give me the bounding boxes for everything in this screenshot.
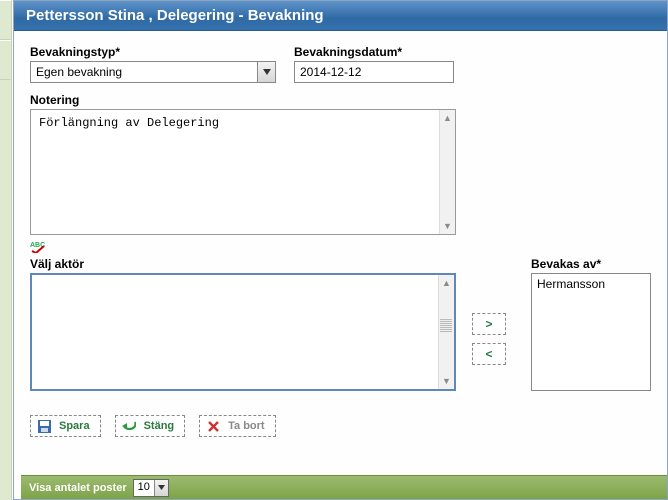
scroll-down-icon[interactable]: ▼ — [440, 218, 455, 234]
field-valj-aktor: Välj aktör ▲ ▼ — [30, 257, 458, 391]
dropdown-arrow-icon[interactable] — [154, 480, 168, 496]
dialog-panel: Pettersson Stina , Delegering - Bevaknin… — [13, 0, 668, 500]
bevakas-av-listbox[interactable]: Hermansson — [531, 273, 651, 391]
field-bevakas-av: Bevakas av* Hermansson — [531, 257, 651, 391]
notering-value: Förlängning av Delegering — [31, 110, 455, 136]
scroll-down-icon[interactable]: ▼ — [439, 373, 454, 389]
move-buttons: > < — [472, 287, 506, 391]
valj-aktor-label: Välj aktör — [30, 257, 458, 271]
delete-button[interactable]: Ta bort — [199, 415, 275, 437]
chevron-right-icon: > — [485, 317, 492, 331]
scroll-up-icon[interactable]: ▲ — [439, 275, 454, 291]
title-text: Pettersson Stina , Delegering - Bevaknin… — [26, 7, 324, 24]
title-bar: Pettersson Stina , Delegering - Bevaknin… — [14, 1, 667, 31]
delete-x-icon — [206, 419, 220, 433]
scroll-up-icon[interactable]: ▲ — [440, 110, 455, 126]
bevakningsdatum-input[interactable] — [294, 61, 454, 83]
spellcheck-icon[interactable]: ABC — [30, 239, 46, 253]
listbox-scrollbar[interactable]: ▲ ▼ — [438, 275, 454, 389]
dropdown-arrow-icon[interactable] — [257, 62, 275, 82]
bevakningsdatum-label: Bevakningsdatum* — [294, 45, 454, 59]
back-arrow-icon — [122, 419, 136, 433]
bevakas-av-label: Bevakas av* — [531, 257, 651, 271]
chevron-left-icon: < — [485, 347, 492, 361]
notering-textarea[interactable]: Förlängning av Delegering ▲ ▼ — [30, 109, 456, 235]
field-bevakningstyp: Bevakningstyp* Egen bevakning — [30, 45, 276, 83]
textarea-scrollbar[interactable]: ▲ ▼ — [439, 110, 455, 234]
bevakningstyp-value: Egen bevakning — [31, 62, 257, 82]
footer-pagesize-value: 10 — [134, 480, 154, 496]
bevakningstyp-select[interactable]: Egen bevakning — [30, 61, 276, 83]
footer-bar: Visa antalet poster 10 — [21, 475, 667, 499]
footer-pagesize-select[interactable]: 10 — [133, 479, 169, 497]
save-icon — [37, 419, 51, 433]
close-button[interactable]: Stäng — [115, 415, 186, 437]
field-bevakningsdatum: Bevakningsdatum* — [294, 45, 454, 83]
close-label: Stäng — [144, 420, 175, 432]
bevakas-av-item[interactable]: Hermansson — [537, 277, 645, 291]
save-button[interactable]: Spara — [30, 415, 101, 437]
valj-aktor-listbox[interactable]: ▲ ▼ — [30, 273, 456, 391]
save-label: Spara — [59, 420, 90, 432]
move-left-button[interactable]: < — [472, 343, 506, 365]
move-right-button[interactable]: > — [472, 313, 506, 335]
footer-label: Visa antalet poster — [29, 482, 127, 494]
delete-label: Ta bort — [228, 420, 264, 432]
bevakningstyp-label: Bevakningstyp* — [30, 45, 276, 59]
action-button-row: Spara Stäng Ta bort — [30, 415, 651, 437]
notering-label: Notering — [30, 93, 651, 107]
scroll-grip-icon[interactable] — [440, 319, 452, 333]
field-notering: Notering Förlängning av Delegering ▲ ▼ A… — [30, 93, 651, 253]
left-side-strip — [0, 0, 12, 500]
